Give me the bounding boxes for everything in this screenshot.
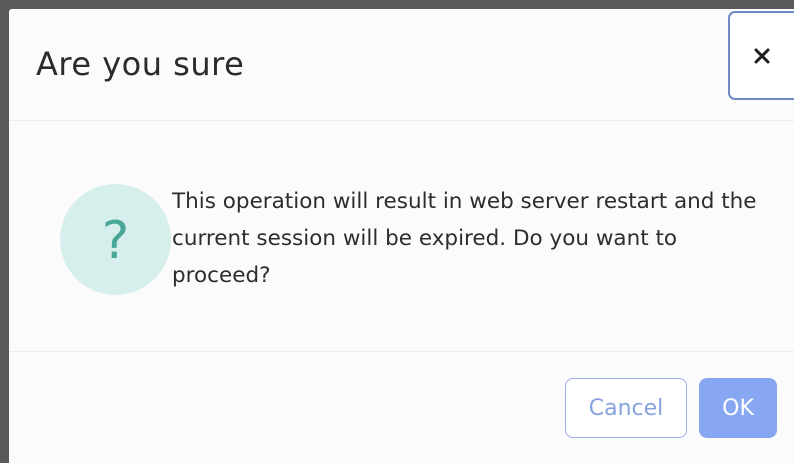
- cancel-button[interactable]: Cancel: [565, 378, 687, 438]
- question-icon: ?: [60, 184, 171, 295]
- dialog-title: Are you sure: [36, 45, 245, 83]
- close-button[interactable]: [728, 11, 794, 100]
- dialog-body: ? This operation will result in web serv…: [9, 121, 794, 351]
- close-icon: [754, 48, 770, 64]
- confirm-dialog: Are you sure ? This operation will resul…: [9, 9, 794, 463]
- question-mark: ?: [101, 210, 130, 271]
- ok-button[interactable]: OK: [699, 378, 777, 438]
- dialog-message: This operation will result in web server…: [172, 189, 757, 288]
- dialog-footer: Cancel OK: [9, 351, 794, 463]
- dialog-header: Are you sure: [9, 9, 794, 121]
